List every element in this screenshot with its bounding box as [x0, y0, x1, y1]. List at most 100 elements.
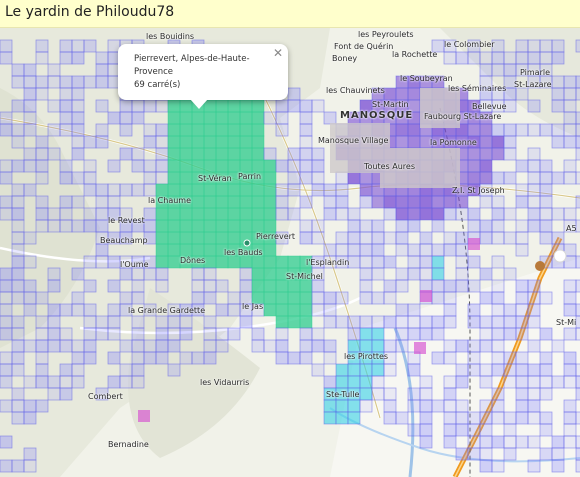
- grid-square[interactable]: [395, 411, 409, 425]
- grid-square[interactable]: [179, 255, 193, 269]
- grid-square[interactable]: [515, 315, 529, 329]
- grid-square[interactable]: [563, 75, 577, 89]
- grid-square[interactable]: [263, 219, 277, 233]
- grid-square[interactable]: [431, 315, 445, 329]
- grid-square[interactable]: [179, 159, 193, 173]
- grid-square[interactable]: [0, 111, 13, 125]
- grid-square[interactable]: [251, 303, 265, 317]
- grid-square[interactable]: [227, 123, 241, 137]
- grid-square[interactable]: [239, 279, 253, 293]
- grid-square[interactable]: [539, 423, 553, 437]
- grid-square[interactable]: [215, 243, 229, 257]
- grid-square[interactable]: [371, 363, 385, 377]
- grid-square[interactable]: [359, 99, 373, 113]
- grid-square[interactable]: [407, 255, 421, 269]
- grid-square[interactable]: [155, 255, 169, 269]
- grid-square[interactable]: [83, 303, 97, 317]
- grid-square[interactable]: [23, 279, 37, 293]
- grid-square[interactable]: [263, 267, 277, 281]
- grid-square[interactable]: [0, 435, 13, 449]
- grid-square[interactable]: [83, 327, 97, 341]
- grid-square[interactable]: [107, 183, 121, 197]
- grid-square[interactable]: [299, 255, 313, 269]
- grid-square[interactable]: [323, 339, 337, 353]
- grid-square[interactable]: [227, 327, 241, 341]
- grid-square[interactable]: [527, 159, 541, 173]
- grid-square[interactable]: [155, 171, 169, 185]
- grid-square[interactable]: [251, 183, 265, 197]
- grid-square[interactable]: [311, 279, 325, 293]
- grid-square[interactable]: [479, 411, 493, 425]
- grid-square[interactable]: [515, 63, 529, 77]
- grid-square[interactable]: [299, 147, 313, 161]
- grid-square[interactable]: [131, 327, 145, 341]
- grid-square[interactable]: [467, 39, 481, 53]
- grid-square[interactable]: [563, 399, 577, 413]
- grid-square[interactable]: [323, 399, 337, 413]
- grid-square[interactable]: [527, 375, 541, 389]
- grid-square[interactable]: [347, 315, 361, 329]
- grid-square[interactable]: [59, 363, 73, 377]
- grid-square[interactable]: [0, 171, 13, 185]
- grid-square[interactable]: [551, 123, 565, 137]
- grid-square[interactable]: [443, 339, 457, 353]
- grid-square[interactable]: [47, 63, 61, 77]
- grid-square[interactable]: [287, 159, 301, 173]
- grid-square[interactable]: [359, 375, 373, 389]
- grid-square[interactable]: [287, 87, 301, 101]
- grid-square[interactable]: [479, 363, 493, 377]
- grid-square[interactable]: [227, 243, 241, 257]
- grid-square[interactable]: [239, 171, 253, 185]
- grid-square[interactable]: [491, 207, 505, 221]
- grid-square[interactable]: [227, 135, 241, 149]
- grid-square[interactable]: [95, 63, 109, 77]
- grid-square[interactable]: [371, 351, 385, 365]
- grid-square[interactable]: [467, 363, 481, 377]
- grid-square[interactable]: [455, 363, 469, 377]
- grid-square[interactable]: [83, 171, 97, 185]
- grid-square[interactable]: [443, 303, 457, 317]
- grid-square[interactable]: [479, 327, 493, 341]
- grid-square[interactable]: [395, 327, 409, 341]
- grid-square[interactable]: [23, 183, 37, 197]
- grid-square[interactable]: [539, 195, 553, 209]
- grid-square[interactable]: [431, 39, 445, 53]
- grid-square[interactable]: [515, 159, 529, 173]
- grid-square[interactable]: [503, 303, 517, 317]
- grid-square[interactable]: [539, 171, 553, 185]
- grid-square[interactable]: [359, 351, 373, 365]
- grid-square[interactable]: [431, 279, 445, 293]
- grid-square[interactable]: [431, 75, 445, 89]
- grid-square[interactable]: [11, 339, 25, 353]
- grid-square[interactable]: [71, 147, 85, 161]
- grid-square[interactable]: [251, 207, 265, 221]
- grid-square[interactable]: [95, 231, 109, 245]
- grid-square[interactable]: [563, 87, 577, 101]
- grid-square[interactable]: [287, 291, 301, 305]
- grid-square[interactable]: [299, 123, 313, 137]
- grid-square[interactable]: [539, 39, 553, 53]
- grid-square[interactable]: [23, 375, 37, 389]
- grid-square[interactable]: [575, 315, 580, 329]
- grid-square[interactable]: [11, 207, 25, 221]
- grid-square[interactable]: [143, 135, 157, 149]
- grid-square[interactable]: [467, 255, 481, 269]
- grid-square[interactable]: [311, 303, 325, 317]
- grid-square[interactable]: [83, 135, 97, 149]
- grid-square[interactable]: [503, 147, 517, 161]
- grid-square[interactable]: [383, 315, 397, 329]
- grid-square[interactable]: [71, 375, 85, 389]
- grid-square[interactable]: [395, 135, 409, 149]
- grid-square[interactable]: [347, 231, 361, 245]
- grid-square[interactable]: [119, 99, 133, 113]
- grid-square[interactable]: [215, 159, 229, 173]
- grid-square[interactable]: [239, 291, 253, 305]
- grid-square[interactable]: [131, 159, 145, 173]
- grid-square[interactable]: [563, 363, 577, 377]
- grid-square[interactable]: [479, 219, 493, 233]
- grid-square[interactable]: [59, 375, 73, 389]
- grid-square[interactable]: [107, 159, 121, 173]
- grid-square[interactable]: [35, 375, 49, 389]
- grid-square[interactable]: [575, 435, 580, 449]
- grid-square[interactable]: [311, 267, 325, 281]
